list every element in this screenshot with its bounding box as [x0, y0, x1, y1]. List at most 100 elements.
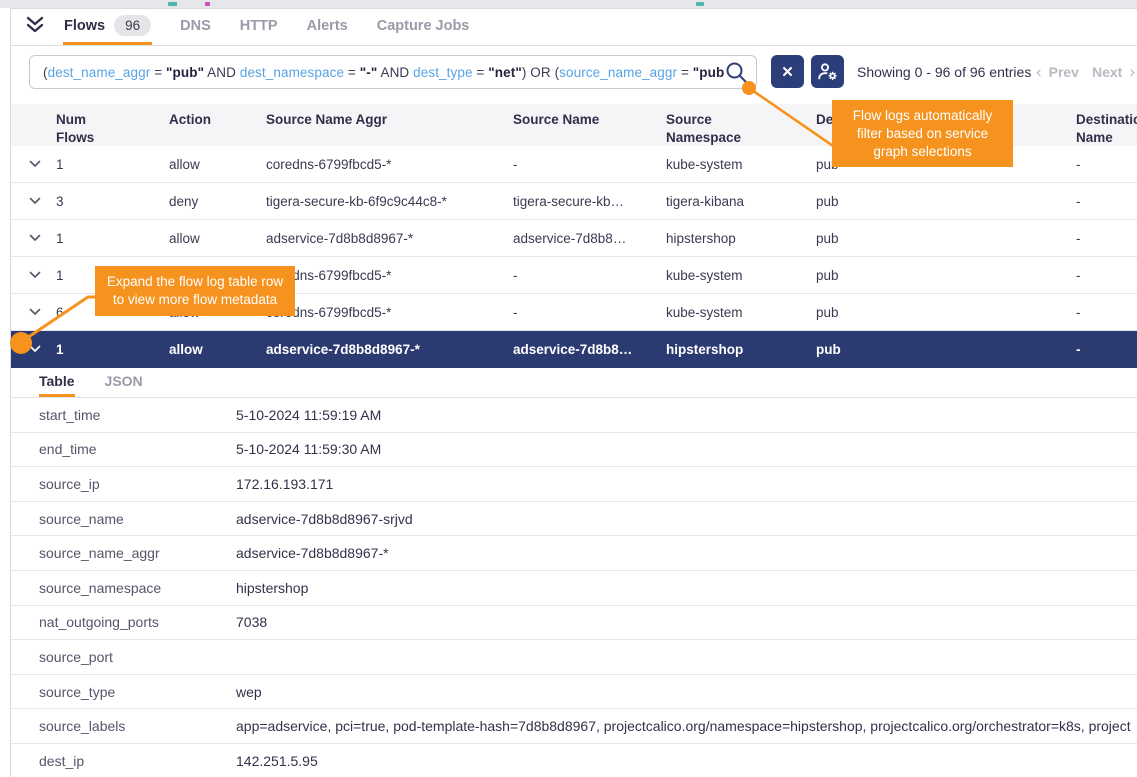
double-chevron-down-icon [25, 15, 45, 39]
log-type-tab[interactable]: Alerts [306, 9, 349, 45]
cell-source-namespace: hipstershop [666, 231, 816, 246]
log-type-tab[interactable]: Flows 96 [63, 9, 152, 45]
detail-key: source_name_aggr [39, 545, 236, 561]
query-segment: AND [204, 65, 240, 80]
tab-label: Alerts [307, 18, 348, 34]
top-page-strip [0, 0, 1137, 8]
expand-row-chevron-icon[interactable] [29, 160, 56, 168]
query-segment: dest_name_aggr [48, 65, 151, 80]
column-header: Destination Name [1076, 111, 1137, 147]
cell-dest-name-aggr: pub [816, 342, 1076, 357]
detail-row: source_namespace hipstershop [11, 571, 1137, 606]
log-type-tabbar: Flows 96 DNS HTTP Alerts Capture Jobs [11, 9, 1137, 46]
user-gear-icon [817, 62, 838, 81]
cell-dest-name-aggr: pub [816, 305, 1076, 320]
detail-row: dest_ip 142.251.5.95 [11, 744, 1137, 777]
log-type-tab[interactable]: HTTP [239, 9, 279, 45]
column-header: Dest Name Aggr [816, 111, 1076, 129]
cell-source-name-aggr: adservice-7d8b8d8967-* [266, 342, 513, 357]
detail-key: source_name [39, 511, 236, 527]
detail-row: start_time 5-10-2024 11:59:19 AM [11, 398, 1137, 433]
prev-button[interactable]: Prev [1049, 64, 1079, 80]
query-segment: "-" [360, 65, 378, 80]
table-row[interactable]: 1 allow coredns-6799fbcd5-* - kube-syste… [11, 146, 1137, 183]
expand-row-chevron-icon[interactable] [29, 345, 56, 353]
tab-label: Capture Jobs [377, 18, 470, 34]
table-row[interactable]: 1 allow coredns-6799fbcd5-* - kube-syste… [11, 257, 1137, 294]
cell-source-name: tigera-secure-kb… [513, 194, 666, 209]
next-chevron-icon[interactable]: › [1129, 62, 1135, 82]
table-row[interactable]: 1 allow adservice-7d8b8d8967-* adservice… [11, 220, 1137, 257]
expand-row-chevron-icon[interactable] [29, 308, 56, 316]
expand-row-chevron-icon[interactable] [29, 271, 56, 279]
log-type-tab[interactable]: Capture Jobs [376, 9, 471, 45]
filter-query-input[interactable]: (dest_name_aggr = "pub" AND dest_namespa… [29, 55, 757, 89]
table-row[interactable]: 1 allow adservice-7d8b8d8967-* adservice… [11, 331, 1137, 368]
cell-action: allow [169, 268, 266, 283]
user-settings-button[interactable] [811, 55, 844, 88]
cell-action: allow [169, 342, 266, 357]
cell-action: allow [169, 157, 266, 172]
detail-value: app=adservice, pci=true, pod-template-ha… [236, 718, 1137, 734]
cell-dest-name-aggr: pub [816, 194, 1076, 209]
detail-value: 7038 [236, 614, 1137, 630]
collapse-panel-button[interactable] [25, 9, 45, 45]
expand-row-chevron-icon[interactable] [29, 234, 56, 242]
detail-tab[interactable]: JSON [105, 368, 143, 397]
entries-count-text: Showing 0 - 96 of 96 entries [857, 46, 1031, 98]
cell-destination-name: - [1076, 342, 1137, 357]
query-segment: ) OR ( [522, 65, 559, 80]
close-icon: ✕ [781, 63, 794, 81]
detail-row: source_port [11, 640, 1137, 675]
detail-key: dest_ip [39, 753, 236, 769]
cell-source-namespace: kube-system [666, 268, 816, 283]
cell-dest-name-aggr: pub [816, 157, 1076, 172]
table-row[interactable]: 3 deny tigera-secure-kb-6f9c9c44c8-* tig… [11, 183, 1137, 220]
detail-key: end_time [39, 441, 236, 457]
detail-key: source_ip [39, 476, 236, 492]
expand-row-chevron-icon[interactable] [29, 197, 56, 205]
cell-source-name-aggr: coredns-6799fbcd5-* [266, 157, 513, 172]
flow-tabs: Flows 96 DNS HTTP Alerts Capture Jobs [63, 9, 497, 45]
detail-key: source_labels [39, 718, 236, 734]
cell-source-name-aggr: tigera-secure-kb-6f9c9c44c8-* [266, 194, 513, 209]
cell-source-namespace: kube-system [666, 157, 816, 172]
decorative-speck [696, 2, 704, 6]
prev-chevron-icon[interactable]: ‹ [1036, 62, 1042, 82]
filter-query: (dest_name_aggr = "pub" AND dest_namespa… [43, 65, 725, 80]
cell-num-flows: 3 [56, 194, 169, 209]
column-header: Source Name Aggr [266, 111, 513, 129]
cell-source-name-aggr: coredns-6799fbcd5-* [266, 268, 513, 283]
cell-num-flows: 1 [56, 157, 169, 172]
cell-source-namespace: hipstershop [666, 342, 816, 357]
next-button[interactable]: Next [1092, 64, 1122, 80]
detail-value: adservice-7d8b8d8967-srjvd [236, 511, 1137, 527]
log-type-tab[interactable]: DNS [179, 9, 212, 45]
search-icon [725, 61, 748, 84]
detail-row: end_time 5-10-2024 11:59:30 AM [11, 433, 1137, 468]
cell-destination-name: - [1076, 194, 1137, 209]
cell-action: allow [169, 305, 266, 320]
flow-logs-panel: Flows 96 DNS HTTP Alerts Capture Jobs (d… [10, 8, 1137, 777]
detail-value: wep [236, 684, 1137, 700]
cell-destination-name: - [1076, 157, 1137, 172]
cell-source-name-aggr: adservice-7d8b8d8967-* [266, 231, 513, 246]
table-row[interactable]: 6 allow coredns-6799fbcd5-* - kube-syste… [11, 294, 1137, 331]
decorative-speck [205, 2, 210, 6]
detail-key: source_port [39, 649, 236, 665]
flows-count-badge: 96 [114, 15, 151, 36]
cell-dest-name-aggr: pub [816, 231, 1076, 246]
cell-action: deny [169, 194, 266, 209]
detail-value: 172.16.193.171 [236, 476, 1137, 492]
cell-action: allow [169, 231, 266, 246]
column-header: Num Flows [56, 111, 169, 147]
detail-tab[interactable]: Table [39, 368, 75, 397]
cell-source-name-aggr: coredns-6799fbcd5-* [266, 305, 513, 320]
flows-header-row: Num FlowsActionSource Name AggrSource Na… [11, 104, 1137, 146]
detail-row: source_name_aggr adservice-7d8b8d8967-* [11, 536, 1137, 571]
detail-row: source_name adservice-7d8b8d8967-srjvd [11, 502, 1137, 537]
cell-num-flows: 6 [56, 305, 169, 320]
clear-filter-button[interactable]: ✕ [771, 55, 804, 88]
cell-destination-name: - [1076, 268, 1137, 283]
cell-dest-name-aggr: pub [816, 268, 1076, 283]
